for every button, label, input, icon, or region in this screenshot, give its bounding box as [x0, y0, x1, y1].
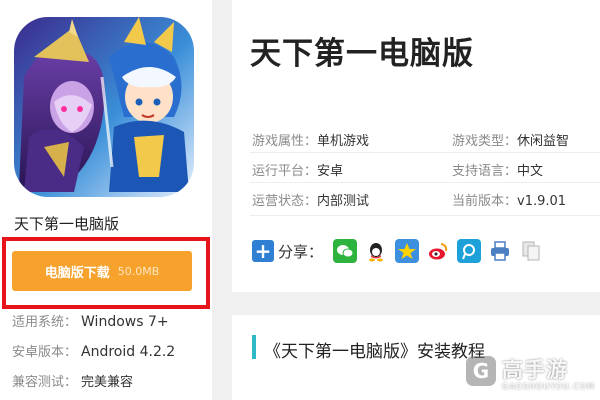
- attr-value: 安卓: [317, 164, 344, 179]
- app-icon-image[interactable]: [14, 17, 194, 197]
- qzone-icon[interactable]: [395, 239, 420, 263]
- spec-value: Windows 7+: [81, 314, 169, 330]
- attr-language: 支持语言：中文: [452, 160, 543, 179]
- attr-status: 运营状态：内部测试: [252, 190, 369, 209]
- attr-value: 内部测试: [317, 194, 370, 209]
- share-plus-icon[interactable]: +: [252, 240, 274, 262]
- attr-key: 游戏属性：: [252, 134, 318, 149]
- spec-value: Android 4.2.2: [81, 344, 176, 360]
- attr-key: 支持语言：: [452, 164, 518, 179]
- left-panel: 天下第一电脑版 电脑版下载 50.0MB 适用系统： Windows 7+ 安卓版…: [0, 0, 212, 400]
- watermark-subtext: GAOSHOUYOU.COM: [502, 382, 596, 391]
- spec-row-android: 安卓版本： Android 4.2.2: [12, 341, 175, 360]
- game-title: 天下第一电脑版: [250, 36, 474, 72]
- accent-bar: [252, 335, 256, 359]
- attr-platform: 运行平台：安卓: [252, 160, 343, 179]
- copy-icon[interactable]: [519, 239, 544, 263]
- spec-key: 安卓版本：: [12, 345, 78, 360]
- attr-value: v1.9.01: [517, 194, 567, 209]
- divider: [250, 152, 600, 153]
- watermark-text: 高手游: [502, 358, 568, 382]
- attr-version: 当前版本：v1.9.01: [452, 190, 566, 209]
- attr-value: 中文: [517, 164, 544, 179]
- attr-value: 单机游戏: [317, 134, 370, 149]
- attr-key: 运营状态：: [252, 194, 318, 209]
- spec-value: 完美兼容: [81, 375, 134, 390]
- attr-game-type: 游戏类型：休闲益智: [452, 130, 569, 149]
- print-icon[interactable]: [488, 239, 513, 263]
- site-logo-icon: G: [466, 356, 496, 386]
- spec-key: 兼容测试：: [12, 375, 78, 390]
- attr-game-property: 游戏属性：单机游戏: [252, 130, 369, 149]
- share-bar: + 分享：: [252, 238, 550, 264]
- spec-row-system: 适用系统： Windows 7+: [12, 311, 169, 330]
- download-size: 50.0MB: [117, 264, 160, 278]
- spec-row-compat: 兼容测试： 完美兼容: [12, 371, 133, 390]
- wechat-icon[interactable]: [333, 239, 358, 263]
- attr-key: 游戏类型：: [452, 134, 518, 149]
- attr-value: 休闲益智: [517, 134, 570, 149]
- share-label: 分享：: [278, 242, 324, 261]
- tutorial-heading[interactable]: 《天下第一电脑版》安装教程: [264, 337, 485, 362]
- attr-key: 当前版本：: [452, 194, 518, 209]
- download-label: 电脑版下载: [44, 265, 110, 281]
- weibo-icon[interactable]: [426, 239, 451, 263]
- attr-key: 运行平台：: [252, 164, 318, 179]
- divider: [250, 182, 600, 183]
- tencent-weibo-icon[interactable]: [457, 239, 482, 263]
- qq-icon[interactable]: [364, 239, 389, 263]
- divider: [250, 215, 600, 216]
- spec-key: 适用系统：: [12, 315, 78, 330]
- pc-download-button[interactable]: 电脑版下载 50.0MB: [12, 251, 192, 291]
- site-watermark: G 高手游 GAOSHOUYOU.COM: [466, 354, 598, 400]
- game-info-card: 天下第一电脑版 游戏属性：单机游戏 游戏类型：休闲益智 运行平台：安卓 支持语言…: [232, 0, 600, 292]
- app-name: 天下第一电脑版: [14, 215, 120, 233]
